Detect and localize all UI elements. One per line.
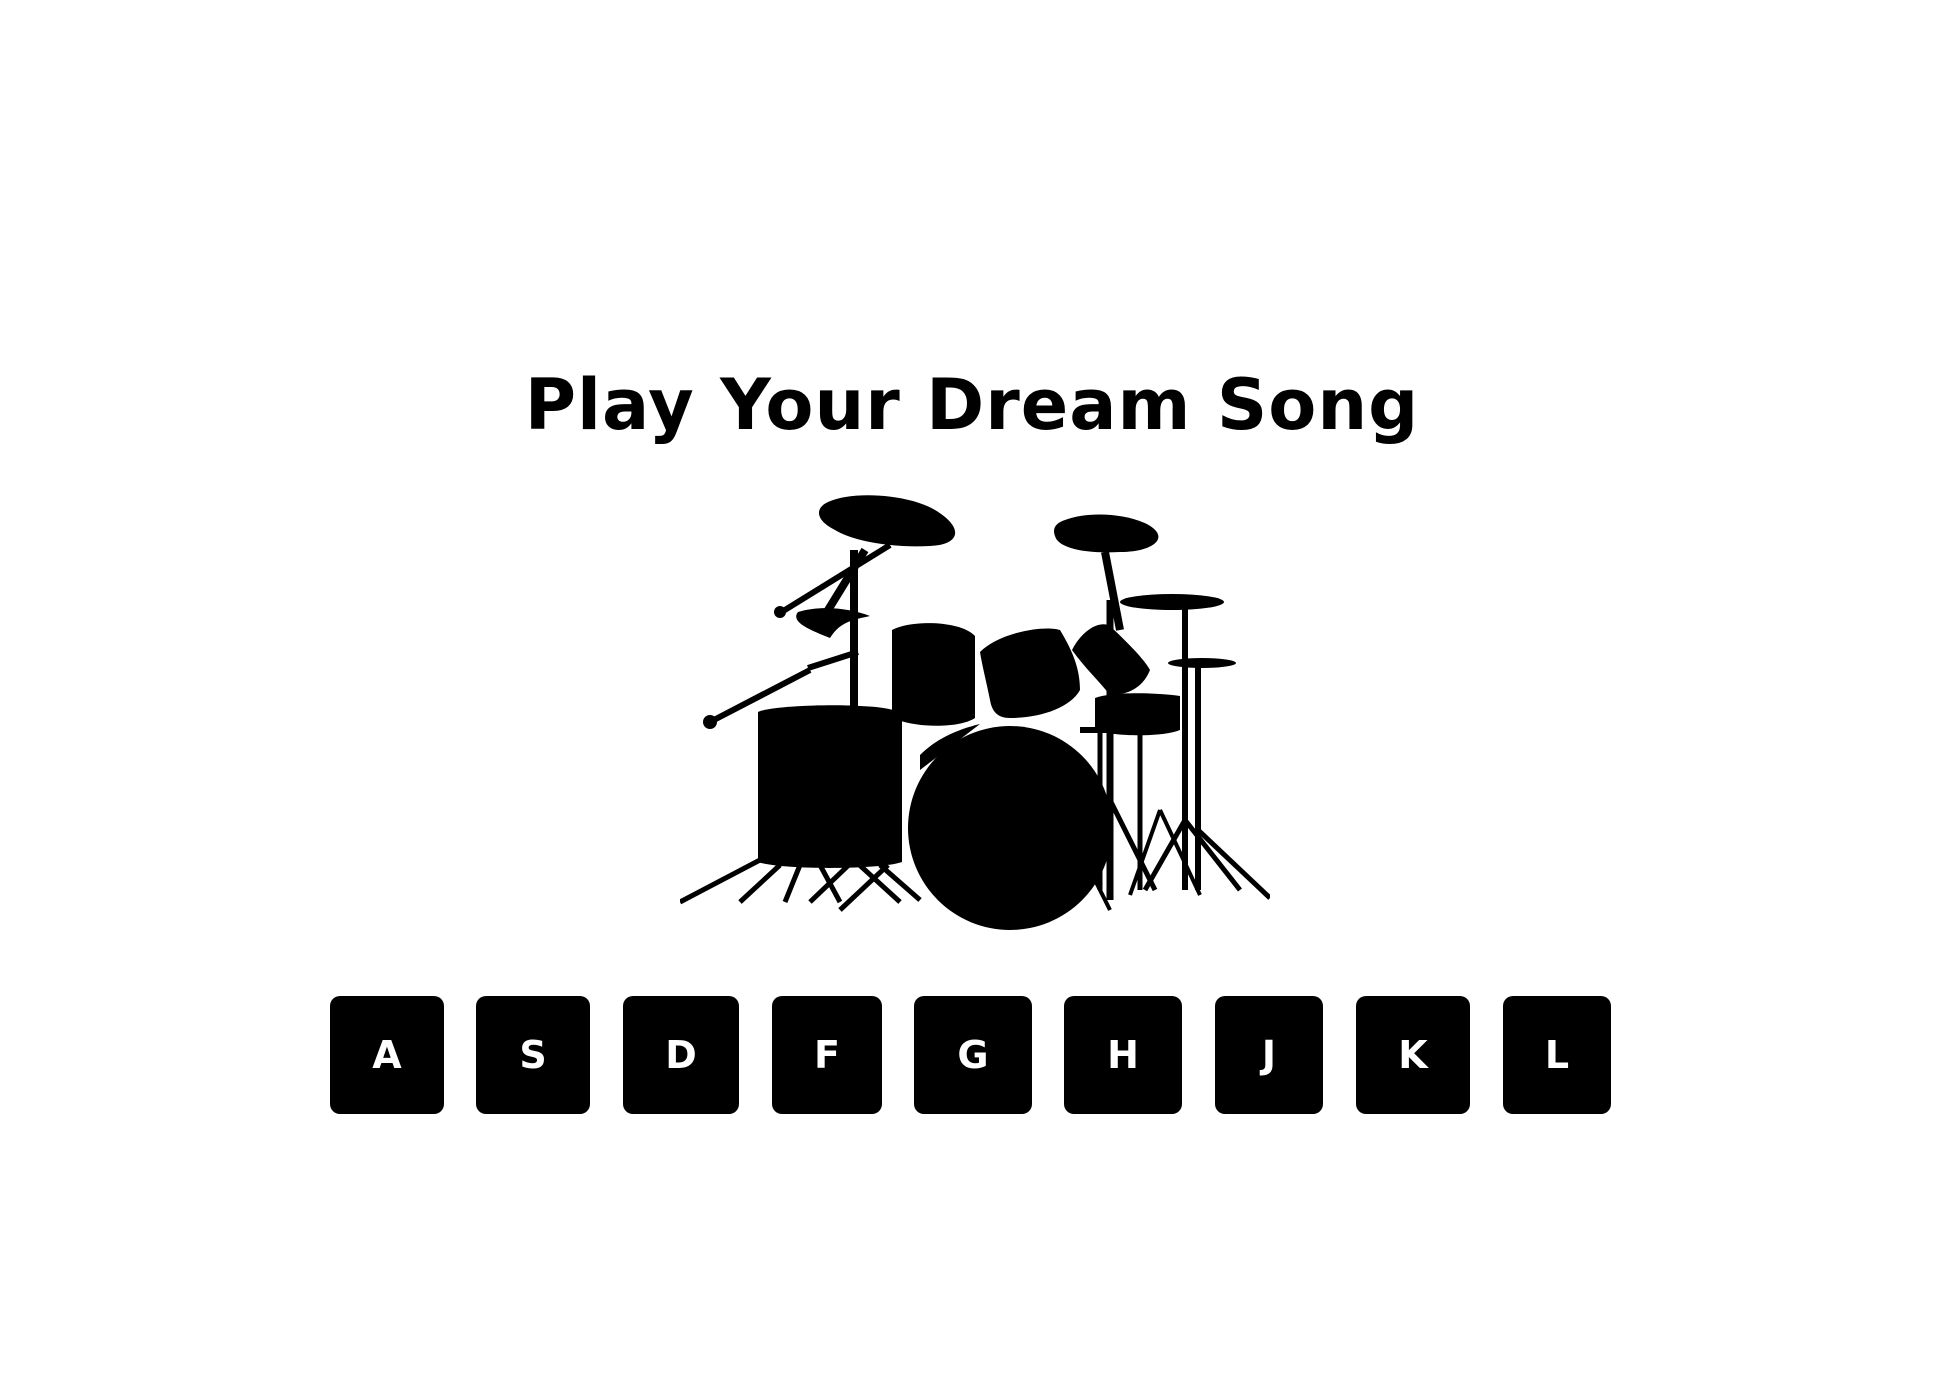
- hi-hat-cymbal: [1120, 594, 1224, 610]
- left-china-cymbal: [796, 608, 870, 638]
- right-rack-tom: [1072, 624, 1150, 695]
- splash-cymbal: [1168, 658, 1236, 668]
- drum-key-label: F: [814, 1033, 840, 1077]
- drum-key-label: D: [665, 1033, 697, 1077]
- drum-key-d[interactable]: D: [623, 996, 739, 1114]
- drum-key-label: S: [519, 1033, 547, 1077]
- drum-key-label: K: [1398, 1033, 1428, 1077]
- drum-key-label: A: [372, 1033, 402, 1077]
- drum-key-h[interactable]: H: [1064, 996, 1182, 1114]
- page-title: Play Your Dream Song: [524, 364, 1420, 446]
- left-crash-cymbal: [818, 495, 956, 547]
- drum-keys: ASDFGHJKL: [0, 996, 1944, 1114]
- drum-key-s[interactable]: S: [476, 996, 590, 1114]
- drum-key-label: H: [1107, 1033, 1139, 1077]
- drum-key-l[interactable]: L: [1503, 996, 1611, 1114]
- bass-drum: [908, 726, 1112, 930]
- drum-key-j[interactable]: J: [1215, 996, 1323, 1114]
- left-rack-tom: [892, 623, 975, 726]
- drum-key-f[interactable]: F: [772, 996, 882, 1114]
- drum-key-a[interactable]: A: [330, 996, 444, 1114]
- drum-key-k[interactable]: K: [1356, 996, 1470, 1114]
- drum-key-g[interactable]: G: [914, 996, 1032, 1114]
- drum-key-label: L: [1544, 1033, 1570, 1077]
- drum-key-label: J: [1261, 1033, 1277, 1077]
- right-ride-cymbal: [1054, 514, 1159, 553]
- middle-rack-tom: [980, 628, 1080, 718]
- drum-key-label: G: [957, 1033, 989, 1077]
- drum-kit-image: [680, 495, 1270, 930]
- floor-tom: [758, 705, 902, 868]
